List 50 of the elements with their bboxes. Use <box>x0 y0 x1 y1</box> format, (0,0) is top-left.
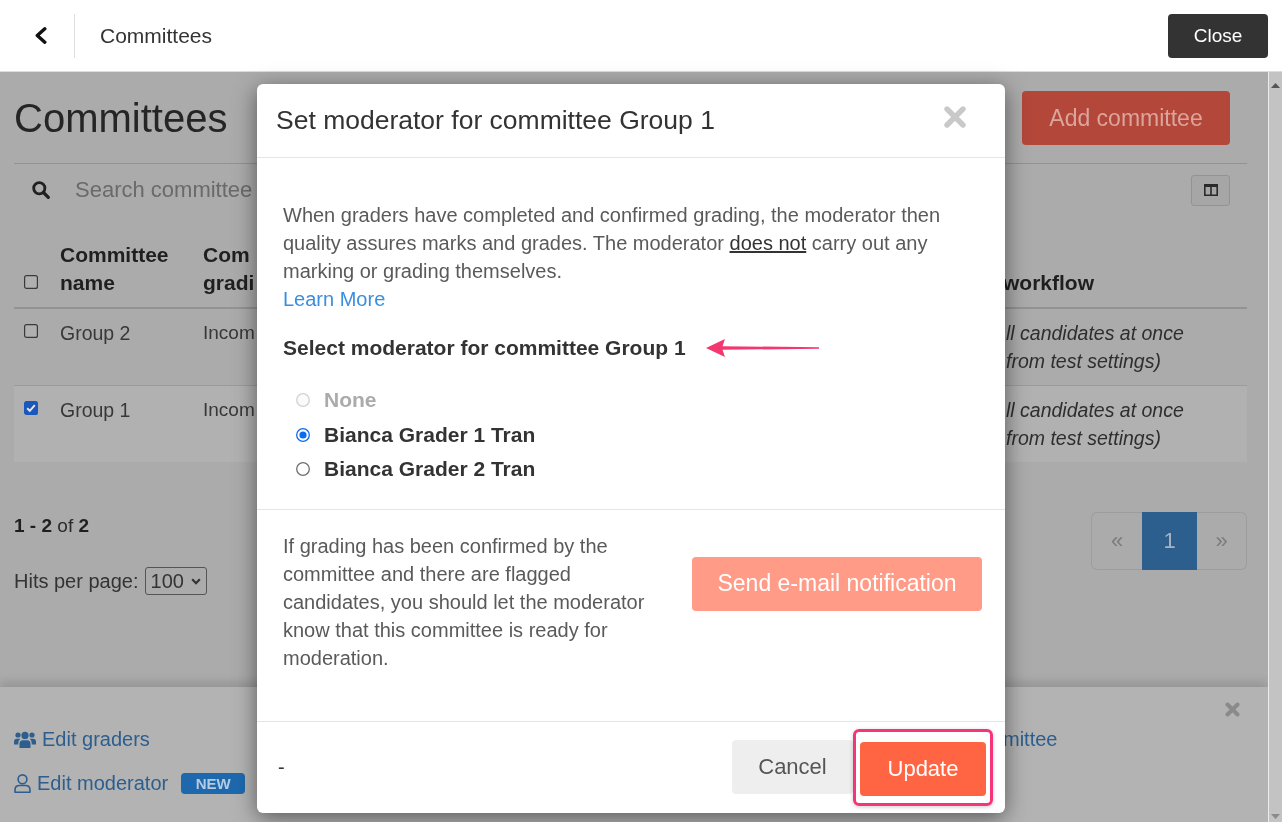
action-link[interactable]: mittee <box>1003 725 1058 753</box>
column-toggle-button[interactable] <box>1191 174 1230 206</box>
update-button[interactable]: Update <box>860 741 986 796</box>
result-count: 1 - 2 of 2 <box>14 514 89 538</box>
scrollbar[interactable] <box>1268 72 1282 822</box>
radio-button[interactable] <box>296 427 310 442</box>
column-header: Committee name <box>60 242 170 296</box>
hits-per-page-label: Hits per page: <box>14 569 139 593</box>
page-title: Committees <box>100 23 213 48</box>
table-cell-text: ll candidates at once from test settings) <box>1005 398 1185 451</box>
search-field[interactable]: Search committee <box>75 177 257 203</box>
footer-text: - <box>278 755 285 779</box>
close-icon <box>944 105 966 128</box>
table-cell-text: Incom <box>203 321 255 345</box>
column-header: Com gradi <box>203 242 256 296</box>
dialog-title: Set moderator for committee Group 1 <box>276 105 715 136</box>
checkbox[interactable] <box>24 324 38 338</box>
option-label: None <box>324 388 377 413</box>
select-moderator-label: Select moderator for committee Group 1 <box>283 336 686 360</box>
learn-more-link[interactable]: Learn More <box>283 288 386 310</box>
page-size-select[interactable]: 100 <box>144 567 207 595</box>
checkbox[interactable] <box>24 275 38 289</box>
new-badge: NEW <box>181 772 246 794</box>
add-committee-button[interactable]: Add committee <box>1022 91 1230 145</box>
cancel-button[interactable]: Cancel <box>732 740 853 795</box>
next-page-button[interactable]: » <box>1197 512 1247 570</box>
page-heading: Committees <box>14 95 228 142</box>
option-label: Bianca Grader 2 Tran <box>324 457 536 482</box>
chevron-left-icon <box>35 27 47 44</box>
close-icon <box>1225 702 1240 717</box>
scroll-up-icon[interactable] <box>1271 83 1280 88</box>
radio-button[interactable] <box>296 462 310 477</box>
action-link[interactable]: Edit moderator <box>14 769 169 797</box>
columns-icon <box>1203 184 1218 196</box>
search-icon <box>32 181 50 199</box>
description-text: When graders have completed and confirmed grading, the moderator then quality assures marks and grades. The moderator does not carry out any marking or grading themselves. <box>283 203 942 284</box>
action-link[interactable]: Edit graders <box>14 725 150 753</box>
page-button[interactable]: 1 <box>1142 512 1197 570</box>
table-cell-text: Group 1 <box>60 398 131 423</box>
notice-text: If grading has been confirmed by the committee and there are flagged candidates, you should let the moderator know that this committee is ready for moderation. <box>283 533 646 671</box>
close-button[interactable]: Close <box>1168 13 1268 58</box>
table-cell-text: Group 2 <box>60 321 131 346</box>
checkbox[interactable] <box>24 401 38 415</box>
column-header: workflow <box>1003 270 1094 296</box>
users-icon <box>14 730 36 748</box>
table-cell-text: ll candidates at once from test settings) <box>1005 321 1185 374</box>
user-icon <box>14 773 31 793</box>
table-cell-text: Incom <box>203 398 255 422</box>
option-label: Bianca Grader 1 Tran <box>324 422 536 447</box>
chevron-down-icon <box>190 577 201 585</box>
